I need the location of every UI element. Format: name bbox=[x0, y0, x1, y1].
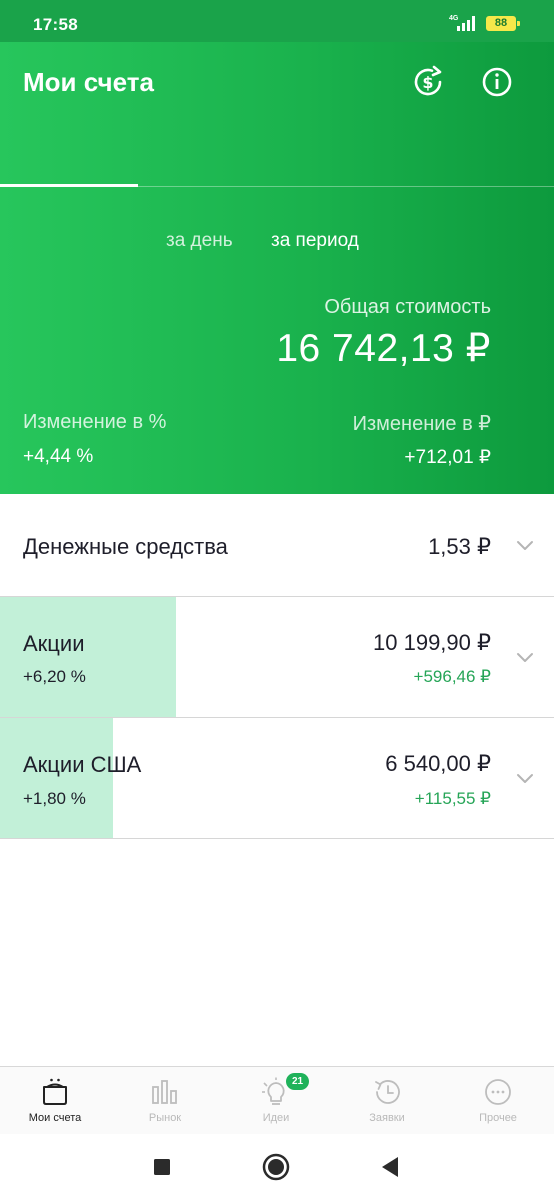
holding-delta: +115,55 ₽ bbox=[414, 789, 491, 808]
nav-label: Мои счета bbox=[28, 1112, 82, 1124]
total-value: 16 742,13 ₽ bbox=[276, 327, 491, 370]
nav-label: Идеи bbox=[262, 1112, 290, 1124]
page-title: Мои счета bbox=[23, 67, 154, 97]
more-icon bbox=[485, 1079, 511, 1105]
holding-percent: +1,80 % bbox=[23, 789, 86, 808]
nav-item-more[interactable]: Прочее bbox=[443, 1067, 553, 1135]
holding-row-cash[interactable]: Денежные средства 1,53 ₽ bbox=[0, 494, 554, 597]
holding-amount: 10 199,90 ₽ bbox=[373, 630, 491, 655]
chevron-down-icon[interactable] bbox=[516, 539, 534, 551]
holding-share-bar bbox=[0, 597, 176, 717]
bottom-navigation: Мои счета Рынок 21 Идеи Заявки Прочее bbox=[0, 1066, 554, 1134]
ideas-badge: 21 bbox=[286, 1073, 309, 1090]
currency-exchange-icon[interactable]: $ bbox=[410, 64, 446, 100]
status-time: 17:58 bbox=[33, 15, 78, 34]
nav-item-market[interactable]: Рынок bbox=[110, 1067, 220, 1135]
holding-name: Акции bbox=[23, 631, 85, 656]
system-navigation bbox=[0, 1134, 554, 1200]
battery-tip bbox=[517, 21, 520, 26]
nav-item-orders[interactable]: Заявки bbox=[332, 1067, 442, 1135]
holding-amount: 6 540,00 ₽ bbox=[385, 751, 491, 776]
period-day-toggle[interactable]: за день bbox=[166, 230, 233, 252]
home-button[interactable] bbox=[262, 1153, 290, 1181]
holding-row-us-stocks[interactable]: Акции США +1,80 % 6 540,00 ₽ +115,55 ₽ bbox=[0, 718, 554, 839]
holding-row-stocks[interactable]: Акции +6,20 % 10 199,90 ₽ +596,46 ₽ bbox=[0, 597, 554, 718]
nav-label: Рынок bbox=[148, 1112, 182, 1124]
battery-icon: 88 bbox=[486, 16, 516, 31]
chevron-down-icon[interactable] bbox=[516, 651, 534, 663]
change-rub-label: Изменение в ₽ bbox=[352, 413, 491, 435]
holding-name: Акции США bbox=[23, 752, 142, 777]
holding-delta: +596,46 ₽ bbox=[413, 667, 491, 686]
nav-item-accounts[interactable]: Мои счета bbox=[0, 1067, 110, 1135]
back-button[interactable] bbox=[380, 1156, 400, 1178]
wallet-icon bbox=[43, 1078, 67, 1105]
holding-amount: 1,53 ₽ bbox=[428, 534, 491, 559]
history-icon bbox=[375, 1080, 400, 1104]
holding-name: Денежные средства bbox=[23, 534, 228, 559]
info-icon[interactable] bbox=[479, 64, 515, 100]
nav-label: Заявки bbox=[369, 1112, 405, 1124]
svg-text:$: $ bbox=[422, 73, 433, 92]
signal-icon bbox=[457, 16, 475, 31]
chevron-down-icon[interactable] bbox=[516, 772, 534, 784]
nav-label: Прочее bbox=[479, 1112, 517, 1124]
status-bar: 17:58 4G 88 bbox=[0, 0, 554, 42]
change-rub-value: +712,01 ₽ bbox=[404, 447, 491, 468]
portfolio-header: Мои счета $ за день за период Общая стои… bbox=[0, 42, 554, 494]
period-range-toggle[interactable]: за период bbox=[271, 230, 359, 252]
holding-share-bar bbox=[0, 718, 113, 838]
nav-item-ideas[interactable]: 21 Идеи bbox=[221, 1067, 331, 1135]
recents-button[interactable] bbox=[153, 1158, 171, 1176]
account-tab-indicator[interactable] bbox=[0, 184, 138, 187]
change-percent-label: Изменение в % bbox=[23, 411, 167, 433]
total-value-label: Общая стоимость bbox=[324, 296, 491, 318]
change-percent-value: +4,44 % bbox=[23, 446, 94, 467]
bar-chart-icon bbox=[152, 1080, 177, 1104]
holding-percent: +6,20 % bbox=[23, 667, 86, 686]
